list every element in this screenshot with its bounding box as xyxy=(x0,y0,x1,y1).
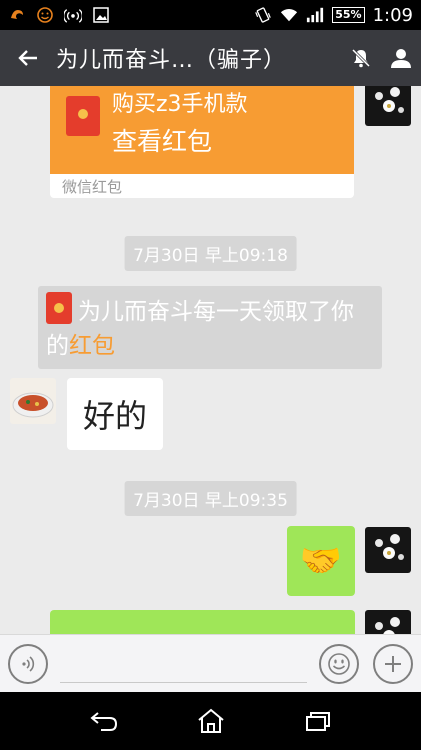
mute-button[interactable] xyxy=(341,30,381,86)
back-arrow-icon xyxy=(18,50,37,66)
profile-icon xyxy=(391,49,411,68)
emoji-icon xyxy=(328,652,350,675)
avatar[interactable] xyxy=(10,378,56,424)
red-packet-description: 购买z3手机款 xyxy=(112,92,248,117)
back-button[interactable] xyxy=(0,30,56,86)
nav-recents-button[interactable] xyxy=(288,699,348,743)
sent-message[interactable]: 🤝 xyxy=(287,526,355,596)
nav-back-icon xyxy=(89,712,117,731)
nav-recents-icon xyxy=(305,712,330,731)
system-nav-bar xyxy=(0,692,421,750)
emoji-button[interactable] xyxy=(319,643,359,684)
received-message[interactable]: 好的 xyxy=(67,378,163,450)
nav-home-button[interactable] xyxy=(181,699,241,743)
timestamp: 7月30日 早上09:35 xyxy=(124,481,297,516)
red-packet-icon xyxy=(66,96,100,136)
wifi-icon xyxy=(280,6,298,24)
voice-icon xyxy=(22,655,35,672)
chat-title: 为儿而奋斗…（骗子） xyxy=(56,48,287,73)
flower-avatar-icon xyxy=(375,534,404,560)
nav-back-button[interactable] xyxy=(74,699,134,743)
vibrate-icon xyxy=(254,6,272,24)
avatar[interactable] xyxy=(365,610,411,634)
soup-avatar-icon xyxy=(12,392,54,418)
timestamp: 7月30日 早上09:18 xyxy=(124,236,297,271)
message-list[interactable]: 购买z3手机款 查看红包 微信红包 7月30日 早上09:18 为儿而奋斗每一天… xyxy=(0,86,421,634)
avatar[interactable] xyxy=(365,86,411,126)
flower-avatar-icon xyxy=(375,617,400,634)
avatar[interactable] xyxy=(365,527,411,573)
sent-message[interactable] xyxy=(50,610,355,634)
red-packet-icon xyxy=(46,292,72,324)
status-bar: 55% 1:09 xyxy=(0,0,421,30)
red-packet-received-notice: 为儿而奋斗每一天领取了你的红包 xyxy=(38,286,382,369)
uc-browser-icon xyxy=(8,6,26,24)
hotspot-icon xyxy=(64,6,82,24)
flower-avatar-icon xyxy=(375,87,404,113)
input-bar xyxy=(0,634,421,692)
message-input[interactable] xyxy=(60,644,307,683)
smiley-status-icon xyxy=(36,6,54,24)
mute-icon xyxy=(351,48,371,68)
chat-info-button[interactable] xyxy=(381,30,421,86)
red-packet-action: 查看红包 xyxy=(112,127,213,156)
battery-indicator: 55% xyxy=(332,7,365,23)
red-packet-link[interactable]: 红包 xyxy=(69,333,115,359)
chat-header: 为儿而奋斗…（骗子） xyxy=(0,30,421,86)
red-packet-message[interactable]: 购买z3手机款 查看红包 微信红包 xyxy=(50,86,354,198)
nav-home-icon xyxy=(197,708,224,733)
voice-button[interactable] xyxy=(8,643,48,684)
image-icon xyxy=(92,6,110,24)
plus-icon xyxy=(385,655,401,672)
more-button[interactable] xyxy=(373,643,413,684)
signal-icon xyxy=(306,6,324,24)
status-time: 1:09 xyxy=(372,4,413,26)
red-packet-footer: 微信红包 xyxy=(62,178,123,196)
